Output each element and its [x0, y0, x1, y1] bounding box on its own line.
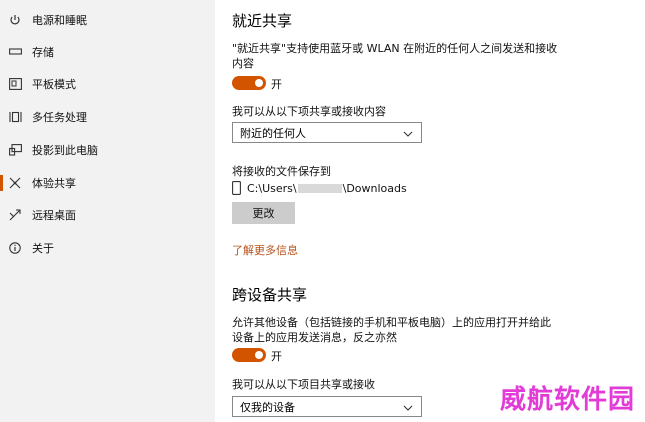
nearby-share-from-label: 我可以从以下项共享或接收内容	[232, 105, 386, 118]
sidebar-item-label: 电源和睡眠	[32, 14, 87, 27]
cross-device-toggle[interactable]	[232, 348, 266, 362]
tablet-mode-icon	[8, 77, 22, 91]
shared-experiences-icon	[8, 176, 22, 190]
chevron-down-icon	[403, 128, 413, 141]
sidebar-item-label: 平板模式	[32, 78, 76, 91]
sidebar-item-power-sleep[interactable]: 电源和睡眠	[0, 4, 215, 36]
cross-device-share-from-dropdown[interactable]: 仅我的设备	[232, 396, 422, 417]
nearby-share-from-value: 附近的任何人	[240, 126, 306, 140]
sidebar-item-label: 远程桌面	[32, 209, 76, 222]
save-path-prefix: C:\Users\	[247, 181, 297, 195]
power-icon	[8, 13, 22, 27]
sidebar-item-label: 多任务处理	[32, 111, 87, 124]
save-path-suffix: \Downloads	[342, 181, 407, 195]
sidebar-item-tablet-mode[interactable]: 平板模式	[0, 68, 215, 100]
sidebar-item-label: 体验共享	[32, 177, 76, 190]
sidebar-item-storage[interactable]: 存储	[0, 36, 215, 68]
sidebar-item-multitasking[interactable]: 多任务处理	[0, 101, 215, 133]
save-location-label: 将接收的文件保存到	[232, 165, 331, 178]
project-icon	[8, 143, 22, 157]
nearby-sharing-title: 就近共享	[232, 12, 293, 30]
sidebar: 电源和睡眠 存储 平板模式 多任务处理 投影到此电脑 体验共享 远程桌面 关于	[0, 0, 215, 422]
chevron-down-icon	[403, 402, 413, 415]
phone-icon	[232, 181, 241, 195]
sidebar-item-remote-desktop[interactable]: 远程桌面	[0, 199, 215, 231]
multitasking-icon	[8, 110, 22, 124]
cross-device-share-from-label: 我可以从以下项目共享或接收	[232, 378, 375, 391]
sidebar-item-project-to-pc[interactable]: 投影到此电脑	[0, 134, 215, 166]
sidebar-item-about[interactable]: 关于	[0, 232, 215, 264]
cross-device-share-from-value: 仅我的设备	[240, 400, 295, 414]
nearby-sharing-description-line1: "就近共享"支持使用蓝牙或 WLAN 在附近的任何人之间发送和接收	[232, 42, 558, 55]
remote-desktop-icon	[8, 208, 22, 222]
sidebar-item-shared-experiences[interactable]: 体验共享	[0, 167, 215, 199]
watermark: 威航软件园	[499, 385, 635, 415]
change-location-button[interactable]: 更改	[232, 202, 295, 224]
cross-device-toggle-label: 开	[271, 350, 282, 363]
main-content: 就近共享 "就近共享"支持使用蓝牙或 WLAN 在附近的任何人之间发送和接收 内…	[215, 0, 645, 422]
sidebar-item-label: 存储	[32, 46, 54, 59]
info-icon	[8, 241, 22, 255]
nearby-sharing-toggle-label: 开	[271, 78, 282, 91]
nearby-sharing-toggle[interactable]	[232, 76, 266, 90]
nearby-share-from-dropdown[interactable]: 附近的任何人	[232, 122, 422, 143]
cross-device-sharing-title: 跨设备共享	[232, 286, 308, 304]
sidebar-item-label: 关于	[32, 242, 54, 255]
storage-icon	[8, 45, 22, 59]
cross-device-description-line2: 设备上的应用发送消息，反之亦然	[232, 331, 397, 344]
redacted-username	[297, 183, 342, 193]
learn-more-link[interactable]: 了解更多信息	[232, 242, 298, 258]
sidebar-item-label: 投影到此电脑	[32, 144, 98, 157]
cross-device-description-line1: 允许其他设备（包括链接的手机和平板电脑）上的应用打开并给此	[232, 316, 551, 329]
save-location-path: C:\Users\ \Downloads	[232, 181, 407, 195]
nearby-sharing-description-line2: 内容	[232, 57, 254, 70]
